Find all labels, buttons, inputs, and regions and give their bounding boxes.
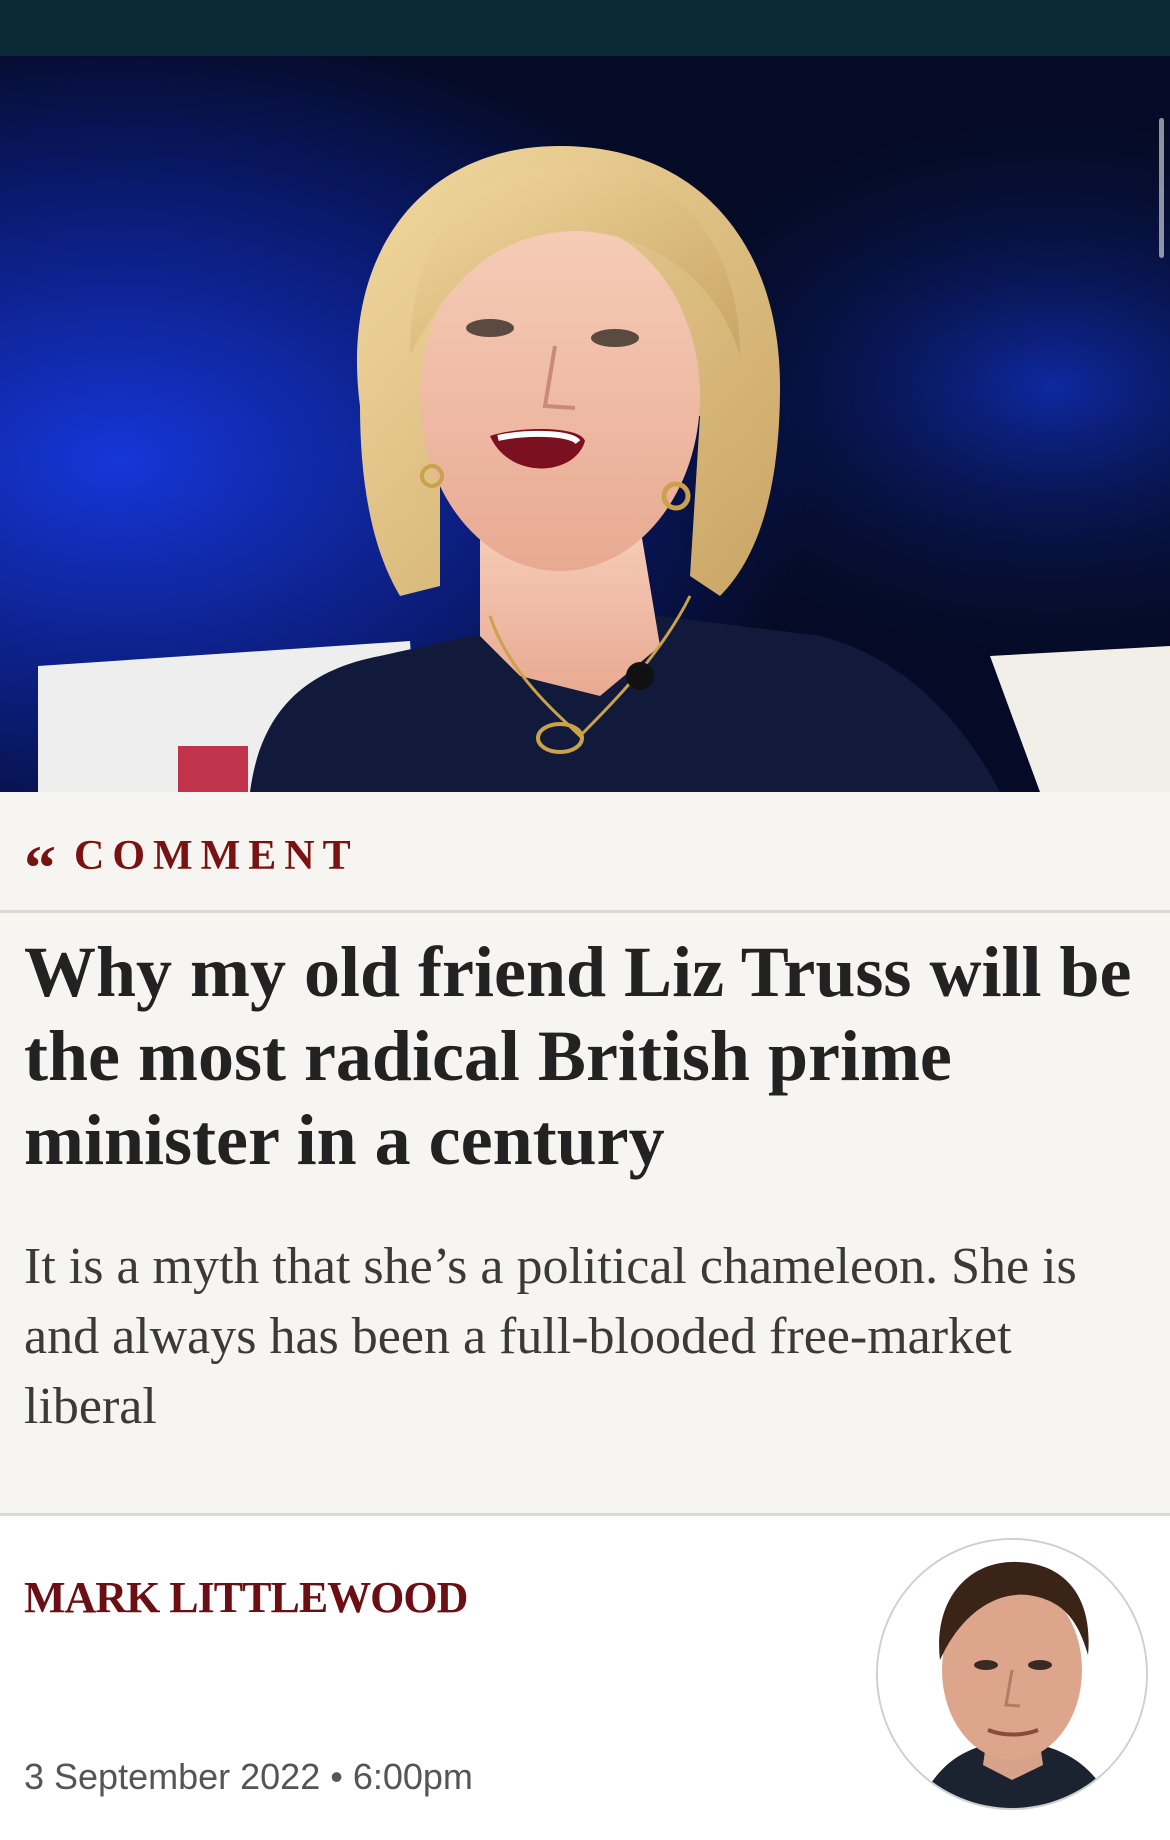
article-standfirst: It is a myth that she’s a political cham… xyxy=(24,1238,1077,1435)
section-label[interactable]: COMMENT xyxy=(74,832,359,880)
section-kicker[interactable]: “ COMMENT xyxy=(24,832,359,903)
quote-icon: “ xyxy=(24,832,56,903)
byline: MARK LITTLEWOOD 3 September 2022 • 6:00p… xyxy=(0,1516,1170,1840)
publish-date: 3 September 2022 • 6:00pm xyxy=(24,1756,473,1797)
author-name[interactable]: MARK LITTLEWOOD xyxy=(24,1572,468,1623)
divider xyxy=(0,910,1170,913)
top-navigation-bar xyxy=(0,0,1170,56)
article-header: “ COMMENT Why my old friend Liz Truss wi… xyxy=(0,792,1170,1516)
scrollbar[interactable] xyxy=(1159,118,1164,258)
hero-photo-illustration xyxy=(0,56,1170,792)
article-title: Why my old friend Liz Truss will be the … xyxy=(24,932,1132,1180)
author-portrait xyxy=(878,1540,1146,1808)
hero-image[interactable] xyxy=(0,56,1170,792)
author-avatar[interactable] xyxy=(876,1538,1148,1810)
